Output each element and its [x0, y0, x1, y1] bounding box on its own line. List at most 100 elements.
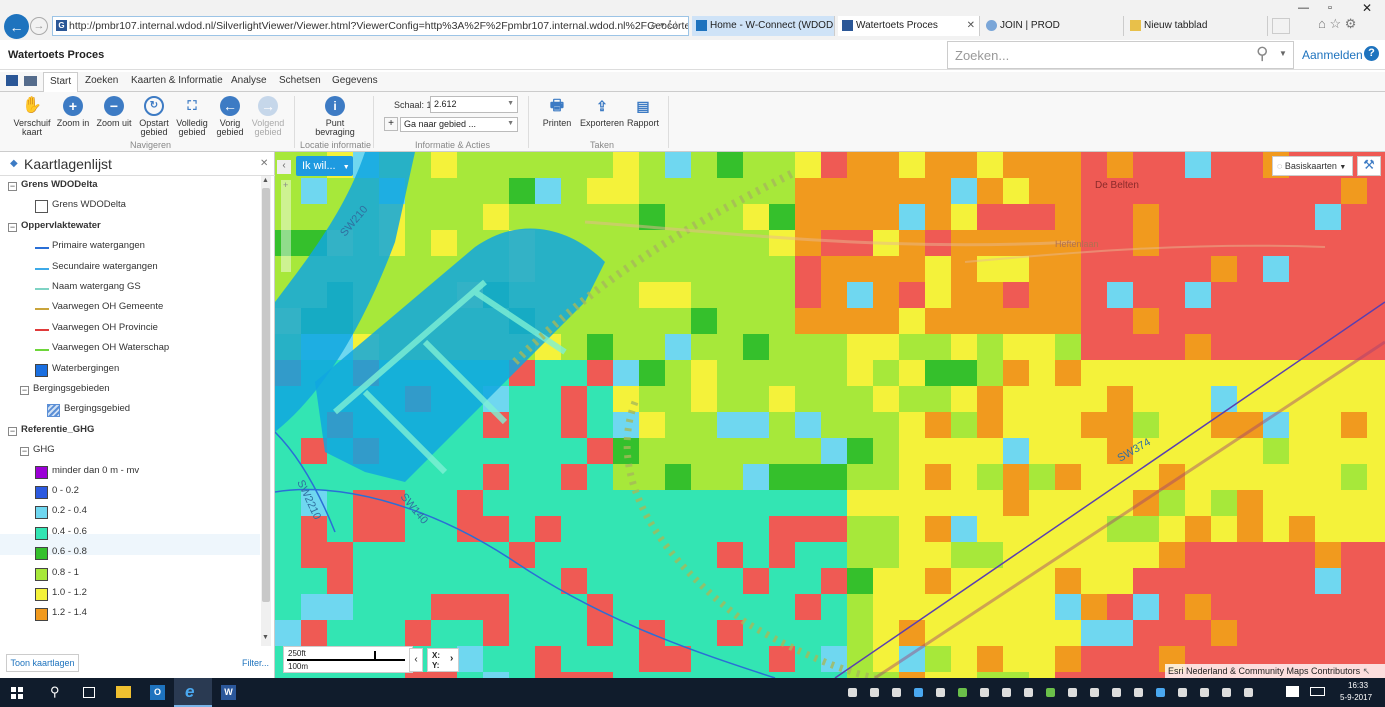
tray-icon[interactable] — [1244, 688, 1253, 697]
tray-icon[interactable] — [1024, 688, 1033, 697]
tray-icon[interactable] — [1178, 688, 1187, 697]
tray-icon[interactable] — [1090, 688, 1099, 697]
layer-label: 1.2 - 1.4 — [52, 607, 87, 618]
button-label: Basiskaarten — [1284, 161, 1337, 171]
tray-icon[interactable] — [892, 688, 901, 697]
scroll-up-icon[interactable]: ▲ — [262, 177, 269, 184]
tray-icon[interactable] — [1002, 688, 1011, 697]
tab-kaarten-informatie[interactable]: Kaarten & Informatie — [131, 75, 223, 86]
tab-new[interactable]: Nieuw tabblad — [1126, 16, 1268, 36]
tab-home-wconnect[interactable]: Home - W-Connect (WDOD in... — [692, 16, 835, 36]
search-icon[interactable]: ⚲ — [1256, 44, 1268, 64]
ie-taskbar-item[interactable]: e — [174, 678, 212, 707]
maximize-icon[interactable]: ▫ — [1328, 2, 1332, 14]
address-bar[interactable]: G http://pmbr107.internal.wdod.nl/Silver… — [52, 16, 689, 36]
tab-gegevens[interactable]: Gegevens — [332, 75, 378, 86]
tab-zoeken[interactable]: Zoeken — [85, 75, 118, 86]
tray-icon[interactable] — [870, 688, 879, 697]
back-button[interactable]: ← — [4, 14, 29, 39]
pan-map-button[interactable]: ✋ Verschuif kaart — [12, 96, 52, 137]
save-icon[interactable] — [6, 75, 18, 86]
scrollbar-thumb[interactable] — [262, 188, 270, 602]
notifications-icon[interactable] — [1286, 686, 1299, 697]
keyboard-icon[interactable] — [1310, 687, 1325, 696]
road-line — [584, 220, 1076, 247]
tab-join-prod[interactable]: JOIN | PROD — [982, 16, 1124, 36]
tray-icon[interactable] — [980, 688, 989, 697]
windows-start-icon[interactable] — [11, 687, 23, 699]
search-icon[interactable]: ⚲ — [50, 684, 60, 700]
filter-link[interactable]: Filter... — [242, 658, 269, 668]
scale-select[interactable]: 2.612 ▼ — [430, 96, 518, 113]
word-icon[interactable]: W — [221, 685, 236, 700]
taskbar: ⚲ O e W 16:33 5-9-2017 — [0, 678, 1385, 707]
scrollbar[interactable]: ▲ ▼ — [261, 176, 271, 646]
task-view-icon[interactable] — [83, 687, 95, 698]
minimize-icon[interactable]: — — [1298, 2, 1309, 14]
tray-icon[interactable] — [914, 688, 923, 697]
scroll-down-icon[interactable]: ▼ — [262, 634, 269, 641]
zoom-out-icon: − — [104, 96, 124, 116]
tab-watertoets[interactable]: Watertoets Proces ✕ — [838, 16, 980, 36]
tray-icon[interactable] — [1046, 688, 1055, 697]
file-explorer-icon[interactable] — [116, 686, 131, 698]
export-button[interactable]: ⇪ Exporteren — [580, 96, 624, 128]
tab-start[interactable]: Start — [43, 72, 79, 92]
initial-extent-button[interactable]: ↻ Opstart gebied — [134, 96, 174, 137]
search-field[interactable]: Zoeken... ⚲ ▼ — [947, 41, 1294, 69]
collapse-toggle-icon[interactable]: − — [8, 182, 17, 191]
layer-label: 1.0 - 1.2 — [52, 587, 87, 598]
tray-icon[interactable] — [1134, 688, 1143, 697]
tab-schetsen[interactable]: Schetsen — [279, 75, 321, 86]
zoom-slider[interactable]: + — [281, 180, 291, 272]
zoom-in-icon[interactable]: + — [283, 180, 288, 190]
tray-icon[interactable] — [1112, 688, 1121, 697]
next-extent-button[interactable]: → Volgend gebied — [248, 96, 288, 137]
collapse-panel-icon[interactable]: ‹ — [277, 160, 291, 174]
signin-link[interactable]: Aanmelden — [1302, 48, 1363, 62]
show-layers-button[interactable]: Toon kaartlagen — [6, 654, 79, 672]
outlook-icon[interactable]: O — [150, 685, 165, 700]
layer-label: GHG — [33, 444, 55, 455]
search-address-icon[interactable]: ⌕ ▾ ↻ — [651, 19, 677, 32]
tray-icon[interactable] — [848, 688, 857, 697]
goto-area-select[interactable]: Ga naar gebied ... ▼ — [400, 117, 518, 132]
coords-prev-icon[interactable]: ‹ — [409, 648, 423, 672]
collapse-toggle-icon[interactable]: − — [8, 223, 17, 232]
tools-button[interactable]: ⚒ — [1357, 156, 1381, 176]
chevron-down-icon[interactable]: ▼ — [1279, 49, 1287, 58]
coords-next-icon[interactable]: › — [450, 654, 453, 664]
collapse-toggle-icon[interactable]: − — [20, 386, 29, 395]
help-icon[interactable]: ? — [1364, 46, 1379, 61]
tray-icon[interactable] — [1200, 688, 1209, 697]
close-window-icon[interactable]: ✕ — [1362, 1, 1372, 15]
point-query-button[interactable]: i Punt bevraging — [315, 96, 355, 137]
new-tab-button[interactable] — [1272, 18, 1290, 34]
map-view[interactable]: SW210 SW2210 SW140 SW374 De Belten Hefte… — [275, 152, 1385, 678]
legend-fill-swatch — [35, 364, 48, 377]
favorites-icon[interactable]: ⌂ ☆ ⚙ — [1318, 16, 1356, 32]
resize-icon[interactable]: ↖ — [1363, 666, 1371, 676]
tray-icon[interactable] — [1222, 688, 1231, 697]
zoom-out-button[interactable]: − Zoom uit — [94, 96, 134, 128]
tray-icon[interactable] — [1068, 688, 1077, 697]
tray-icon[interactable] — [1156, 688, 1165, 697]
close-tab-icon[interactable]: ✕ — [967, 16, 975, 36]
tab-analyse[interactable]: Analyse — [231, 75, 267, 86]
tray-icon[interactable] — [936, 688, 945, 697]
full-extent-icon: ⛶ — [187, 98, 197, 113]
tray-icon[interactable] — [958, 688, 967, 697]
full-extent-button[interactable]: ⛶ Volledig gebied — [172, 96, 212, 137]
zoom-in-button[interactable]: + Zoom in — [53, 96, 93, 128]
collapse-toggle-icon[interactable]: − — [20, 447, 29, 456]
basemaps-button[interactable]: ◌ Basiskaarten ▼ — [1272, 156, 1353, 176]
add-icon[interactable]: + — [384, 117, 398, 131]
collapse-toggle-icon[interactable]: − — [8, 427, 17, 436]
forward-button[interactable]: → — [30, 17, 48, 35]
print-button[interactable]: 🖶 Printen — [537, 96, 577, 128]
open-folder-icon[interactable] — [24, 76, 37, 86]
report-button[interactable]: ▤ Rapport — [623, 96, 663, 128]
ik-wil-button[interactable]: Ik wil... ▼ — [296, 156, 353, 176]
close-panel-icon[interactable]: ✕ — [260, 158, 268, 169]
previous-extent-button[interactable]: ← Vorig gebied — [210, 96, 250, 137]
